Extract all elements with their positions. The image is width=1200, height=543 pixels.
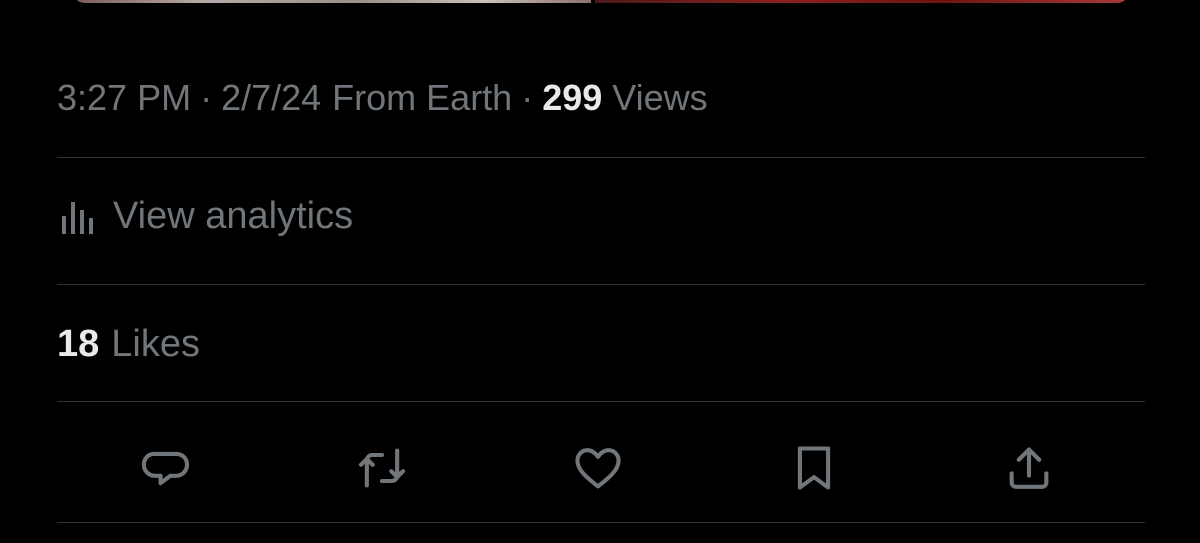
tweet-meta-row: 3:27 PM · 2/7/24 From Earth · 299 Views <box>57 74 708 122</box>
divider <box>57 522 1145 523</box>
share-button[interactable] <box>1001 440 1057 496</box>
retweet-button[interactable] <box>354 440 410 496</box>
view-analytics-link[interactable]: View analytics <box>57 190 353 242</box>
media-image-left[interactable] <box>72 0 591 3</box>
retweet-icon <box>358 448 406 488</box>
tweet-date[interactable]: 2/7/24 <box>221 77 321 119</box>
meta-separator: · <box>200 77 213 118</box>
bookmark-icon <box>797 446 831 490</box>
view-analytics-label: View analytics <box>113 194 354 237</box>
meta-separator: · <box>521 77 534 118</box>
like-icon <box>575 448 621 489</box>
likes-link[interactable]: 18 Likes <box>57 318 200 370</box>
bookmark-button[interactable] <box>786 440 842 496</box>
like-button[interactable] <box>570 440 626 496</box>
views-count: 299 <box>542 77 603 118</box>
tweet-time[interactable]: 3:27 PM <box>57 77 191 119</box>
divider <box>57 401 1145 402</box>
bar-chart-icon <box>57 198 97 234</box>
reply-icon <box>141 451 190 486</box>
views-label: Views <box>612 77 708 118</box>
likes-count: 18 <box>57 322 100 365</box>
likes-label: Likes <box>111 322 200 365</box>
reply-button[interactable] <box>138 440 194 496</box>
media-preview-strip[interactable] <box>72 0 1130 3</box>
divider <box>57 284 1145 285</box>
divider <box>57 157 1145 158</box>
tweet-source: From Earth <box>332 77 513 118</box>
share-icon <box>1009 447 1049 489</box>
media-image-right[interactable] <box>595 0 1130 3</box>
